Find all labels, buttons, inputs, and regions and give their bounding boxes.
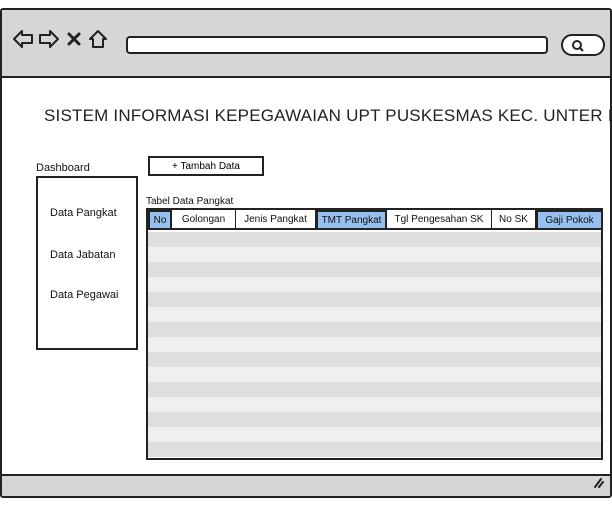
table-caption: Tabel Data Pangkat xyxy=(146,196,234,207)
table-row xyxy=(148,292,601,307)
resize-grip-icon[interactable] xyxy=(592,475,604,493)
sidebar-menu: Data Pangkat Data Jabatan Data Pegawai xyxy=(36,176,138,350)
column-header-jenis-pangkat[interactable]: Jenis Pangkat xyxy=(236,210,316,230)
table-row xyxy=(148,397,601,412)
table-row xyxy=(148,427,601,442)
table-header: No Golongan Jenis Pangkat TMT Pangkat Tg… xyxy=(148,210,601,232)
column-header-golongan[interactable]: Golongan xyxy=(172,210,236,230)
table-row xyxy=(148,277,601,292)
add-data-button[interactable]: + Tambah Data xyxy=(148,156,264,176)
address-bar[interactable] xyxy=(126,36,548,54)
back-arrow-icon[interactable] xyxy=(12,29,34,49)
forward-arrow-icon[interactable] xyxy=(38,29,60,49)
table-row xyxy=(148,337,601,352)
column-header-gaji-pokok[interactable]: Gaji Pokok xyxy=(536,210,601,230)
table-row xyxy=(148,232,601,247)
table-row xyxy=(148,247,601,262)
page-title: SISTEM INFORMASI KEPEGAWAIAN UPT PUSKESM… xyxy=(44,106,612,125)
table-row xyxy=(148,442,601,457)
sidebar-heading-dashboard[interactable]: Dashboard xyxy=(36,162,90,174)
browser-window: SISTEM INFORMASI KEPEGAWAIAN UPT PUSKESM… xyxy=(0,8,612,498)
close-icon[interactable] xyxy=(66,31,82,47)
table-row xyxy=(148,412,601,427)
browser-statusbar xyxy=(2,474,610,496)
home-icon[interactable] xyxy=(88,29,108,49)
table-row xyxy=(148,382,601,397)
table-row xyxy=(148,262,601,277)
column-header-no[interactable]: No xyxy=(148,210,172,230)
table-row xyxy=(148,307,601,322)
data-table: No Golongan Jenis Pangkat TMT Pangkat Tg… xyxy=(146,208,603,460)
browser-toolbar xyxy=(2,10,610,78)
search-button[interactable] xyxy=(561,34,605,56)
table-row xyxy=(148,352,601,367)
sidebar-item-data-jabatan[interactable]: Data Jabatan xyxy=(50,249,115,261)
search-icon xyxy=(572,40,584,52)
column-header-tgl-pengesahan-sk[interactable]: Tgl Pengesahan SK xyxy=(387,210,492,230)
column-header-tmt-pangkat[interactable]: TMT Pangkat xyxy=(316,210,387,230)
sidebar-item-data-pangkat[interactable]: Data Pangkat xyxy=(50,207,117,219)
column-header-no-sk[interactable]: No SK xyxy=(492,210,536,230)
table-row xyxy=(148,322,601,337)
sidebar-item-data-pegawai[interactable]: Data Pegawai xyxy=(50,289,119,301)
table-row xyxy=(148,367,601,382)
